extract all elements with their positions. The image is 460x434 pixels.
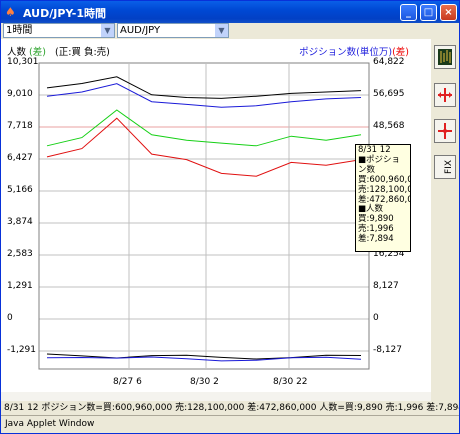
y-tick-label-right: 8,127 <box>373 281 399 291</box>
tooltip-line: ■ポジション数 <box>358 154 401 175</box>
y-tick-label-right: 0 <box>373 313 379 323</box>
window-title: AUD/JPY-1時間 <box>23 7 106 20</box>
chevron-down-icon[interactable]: ▼ <box>101 24 114 37</box>
y-tick-label-left: -1,291 <box>7 345 37 355</box>
data-tooltip: 8/31 12■ポジション数買:600,960,000売:128,100,000… <box>355 144 411 252</box>
y-tick-label-left: 10,301 <box>7 57 39 67</box>
y-tick-label-left: 3,874 <box>7 217 33 227</box>
bottom-panel-lines <box>46 353 362 362</box>
app-icon: ♠ <box>5 5 16 19</box>
x-tick-label: 8/30 22 <box>273 377 308 387</box>
period-select[interactable]: 1時間 ▼ <box>3 23 115 38</box>
right-toolbar: FIX <box>431 39 459 401</box>
bar-chart-icon[interactable] <box>434 45 456 69</box>
svg-text:FIX: FIX <box>444 160 454 174</box>
title-bar[interactable]: ♠ AUD/JPY-1時間 _ □ × <box>1 1 459 23</box>
pair-select[interactable]: AUD/JPY ▼ <box>117 23 229 38</box>
x-tick-label: 8/27 6 <box>113 377 142 387</box>
y-tick-label-right: 64,822 <box>373 57 405 67</box>
grid <box>38 62 370 370</box>
fix-icon[interactable]: FIX <box>434 155 456 179</box>
crosshair-red-dot-icon[interactable] <box>434 119 456 143</box>
y-tick-label-right: 56,695 <box>373 89 405 99</box>
y-tick-label-right: -8,127 <box>373 345 403 355</box>
y-tick-label-left: 0 <box>7 313 13 323</box>
status-line: 8/31 12 ポジション数=買:600,960,000 売:128,100,0… <box>1 401 459 415</box>
tooltip-line: 差:7,894 <box>358 234 394 245</box>
y-tick-label-right: 48,568 <box>373 121 405 131</box>
x-tick-label: 8/30 2 <box>190 377 219 387</box>
horizontal-scrollbar[interactable] <box>1 392 431 401</box>
plot-frame <box>38 62 370 370</box>
pair-select-value: AUD/JPY <box>120 25 161 36</box>
y-tick-label-left: 2,583 <box>7 249 33 259</box>
y-tick-label-left: 7,718 <box>7 121 33 131</box>
y-tick-label-left: 9,010 <box>7 89 33 99</box>
bottom-line-1 <box>46 356 362 362</box>
y-tick-label-left: 5,166 <box>7 185 33 195</box>
series-line-2 <box>46 109 362 147</box>
toolbar: 1時間 ▼ AUD/JPY ▼ <box>1 23 459 39</box>
footer-label: Java Applet Window <box>1 415 459 433</box>
close-button[interactable]: × <box>440 4 457 21</box>
chevron-down-icon[interactable]: ▼ <box>215 24 228 37</box>
minimize-button[interactable]: _ <box>400 4 417 21</box>
bottom-line-0 <box>46 353 362 360</box>
y-tick-label-left: 6,427 <box>7 153 33 163</box>
applet-window: ♠ AUD/JPY-1時間 _ □ × 1時間 ▼ AUD/JPY ▼ 人数 (… <box>0 0 460 434</box>
maximize-button[interactable]: □ <box>420 4 437 21</box>
crosshair-red-icon[interactable] <box>434 83 456 107</box>
chart-area[interactable]: 人数 (差) (正:買 負:売) ポジション数(単位万)(差) 10,301 9,… <box>1 39 431 401</box>
y-tick-label-left: 1,291 <box>7 281 33 291</box>
period-select-value: 1時間 <box>6 25 33 36</box>
